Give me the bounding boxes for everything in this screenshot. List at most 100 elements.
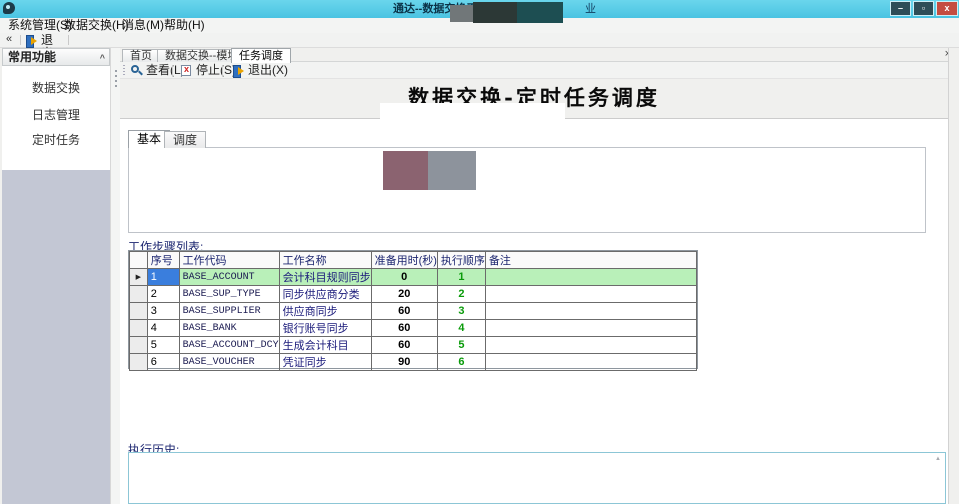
table-cell[interactable]: 会计科目规则同步 bbox=[279, 269, 371, 286]
row-selector-cell[interactable] bbox=[130, 303, 148, 320]
steps-table: 序号工作代码工作名称准备用时(秒)执行顺序备注▶1BASE_ACCOUNT会计科… bbox=[129, 251, 697, 371]
table-cell[interactable]: 1 bbox=[437, 269, 485, 286]
sidebar-item-2[interactable]: 日志管理 bbox=[2, 107, 110, 123]
table-cell[interactable]: 20 bbox=[371, 286, 437, 303]
document-tab-3[interactable]: 任务调度 bbox=[231, 48, 291, 63]
magnifier-icon bbox=[131, 65, 139, 73]
table-cell[interactable] bbox=[485, 354, 696, 371]
table-cell[interactable]: 4 bbox=[147, 320, 179, 337]
row-selector-cell[interactable] bbox=[130, 286, 148, 303]
table-row[interactable]: 3BASE_SUPPLIER供应商同步603 bbox=[130, 303, 697, 320]
row-selector-cell[interactable] bbox=[130, 354, 148, 371]
app-window: 通达--数据交换平台 业 – ▫ x 系统管理(S)数据交换(H)消息(M)帮助… bbox=[0, 0, 959, 504]
splitter-handle[interactable] bbox=[110, 48, 120, 504]
table-cell[interactable]: 5 bbox=[147, 337, 179, 354]
table-cell[interactable] bbox=[485, 303, 696, 320]
table-cell[interactable]: BASE_SUPPLIER bbox=[179, 303, 279, 320]
menu-item[interactable]: 帮助(H) bbox=[164, 18, 205, 33]
table-cell[interactable]: 同步供应商分类 bbox=[279, 286, 371, 303]
exit-icon bbox=[26, 35, 38, 46]
history-textarea[interactable]: ▲ bbox=[128, 452, 946, 504]
close-button[interactable]: x bbox=[936, 1, 958, 16]
column-header[interactable]: 准备用时(秒) bbox=[371, 252, 437, 269]
sidebar-body: 数据交换日志管理定时任务 bbox=[2, 66, 110, 170]
sidebar-item-1[interactable]: 数据交换 bbox=[2, 80, 110, 96]
tab-schedule[interactable]: 调度 bbox=[164, 131, 206, 148]
toolbar-separator bbox=[222, 65, 223, 76]
table-cell[interactable]: BASE_BANK bbox=[179, 320, 279, 337]
app-logo-icon bbox=[3, 2, 15, 14]
window-title-suffix: 业 bbox=[585, 0, 596, 18]
table-cell[interactable]: BASE_ACCOUNT bbox=[179, 269, 279, 286]
redaction-box bbox=[517, 2, 563, 23]
table-cell[interactable]: BASE_VOUCHER bbox=[179, 354, 279, 371]
row-selector-header bbox=[130, 252, 148, 269]
table-cell[interactable]: 2 bbox=[147, 286, 179, 303]
table-cell[interactable] bbox=[485, 320, 696, 337]
scroll-up-icon[interactable]: ▲ bbox=[935, 456, 941, 462]
table-cell[interactable]: 5 bbox=[437, 337, 485, 354]
scrollbar-track[interactable] bbox=[948, 48, 959, 504]
table-cell[interactable]: 60 bbox=[371, 320, 437, 337]
view-button-label: 查看(L) bbox=[146, 64, 185, 77]
form-page bbox=[128, 147, 926, 233]
table-cell[interactable]: 凭证同步 bbox=[279, 354, 371, 371]
table-cell[interactable]: 供应商同步 bbox=[279, 303, 371, 320]
redaction-box bbox=[473, 2, 518, 23]
table-cell[interactable] bbox=[485, 337, 696, 354]
minimize-button[interactable]: – bbox=[890, 1, 911, 16]
chevron-up-icon[interactable]: ^ bbox=[100, 50, 105, 67]
table-cell[interactable]: 90 bbox=[371, 354, 437, 371]
table-cell[interactable]: 生成会计科目 bbox=[279, 337, 371, 354]
sidebar: 常用功能 ^ 数据交换日志管理定时任务 bbox=[2, 48, 110, 504]
table-row[interactable]: 6BASE_VOUCHER凭证同步906 bbox=[130, 354, 697, 371]
toolbar-grip[interactable] bbox=[123, 65, 125, 75]
table-cell[interactable] bbox=[485, 269, 696, 286]
column-header[interactable]: 序号 bbox=[147, 252, 179, 269]
column-header[interactable]: 执行顺序 bbox=[437, 252, 485, 269]
table-cell[interactable]: 60 bbox=[371, 337, 437, 354]
table-cell[interactable]: 1 bbox=[147, 269, 179, 286]
column-header[interactable]: 工作代码 bbox=[179, 252, 279, 269]
sidebar-header[interactable]: 常用功能 ^ bbox=[2, 48, 110, 66]
maximize-button[interactable]: ▫ bbox=[913, 1, 934, 16]
exit-button-label: 退出(X) bbox=[248, 64, 288, 77]
table-cell[interactable]: 60 bbox=[371, 303, 437, 320]
redaction-box bbox=[428, 151, 476, 190]
row-selector-cell[interactable]: ▶ bbox=[130, 269, 148, 286]
table-cell[interactable]: 2 bbox=[437, 286, 485, 303]
toolbar-separator bbox=[20, 35, 21, 45]
table-cell[interactable]: 银行账号同步 bbox=[279, 320, 371, 337]
row-selector-cell[interactable] bbox=[130, 320, 148, 337]
table-cell[interactable]: BASE_SUP_TYPE bbox=[179, 286, 279, 303]
table-cell[interactable]: 6 bbox=[437, 354, 485, 371]
menu-item[interactable]: 系统管理(S) bbox=[8, 18, 72, 33]
redaction-box bbox=[383, 151, 428, 190]
table-cell[interactable] bbox=[485, 286, 696, 303]
sidebar-header-label: 常用功能 bbox=[8, 50, 56, 64]
table-row[interactable]: ▶1BASE_ACCOUNT会计科目规则同步01 bbox=[130, 269, 697, 286]
table-cell[interactable]: 4 bbox=[437, 320, 485, 337]
table-row[interactable]: 4BASE_BANK银行账号同步604 bbox=[130, 320, 697, 337]
table-cell[interactable]: 0 bbox=[371, 269, 437, 286]
exit-icon bbox=[233, 65, 245, 76]
row-selector-cell[interactable] bbox=[130, 337, 148, 354]
collapse-sidebar-button[interactable]: « bbox=[6, 33, 12, 47]
top-toolbar: « 退出 bbox=[0, 33, 959, 48]
table-row[interactable]: 2BASE_SUP_TYPE同步供应商分类202 bbox=[130, 286, 697, 303]
table-cell[interactable]: 6 bbox=[147, 354, 179, 371]
column-header[interactable]: 备注 bbox=[485, 252, 696, 269]
table-cell[interactable]: 3 bbox=[437, 303, 485, 320]
steps-grid: 序号工作代码工作名称准备用时(秒)执行顺序备注▶1BASE_ACCOUNT会计科… bbox=[128, 250, 698, 369]
menu-item[interactable]: 消息(M) bbox=[122, 18, 164, 33]
column-header[interactable]: 工作名称 bbox=[279, 252, 371, 269]
toolbar-separator bbox=[172, 65, 173, 76]
menu-item[interactable]: 数据交换(H) bbox=[64, 18, 129, 33]
redaction-box bbox=[380, 103, 565, 128]
table-cell[interactable]: 3 bbox=[147, 303, 179, 320]
table-cell[interactable]: BASE_ACCOUNT_DCY bbox=[179, 337, 279, 354]
redaction-box bbox=[450, 5, 475, 22]
sidebar-item-3[interactable]: 定时任务 bbox=[2, 132, 110, 148]
document-tab-1[interactable]: 首页 bbox=[122, 49, 160, 62]
table-row[interactable]: 5BASE_ACCOUNT_DCY生成会计科目605 bbox=[130, 337, 697, 354]
